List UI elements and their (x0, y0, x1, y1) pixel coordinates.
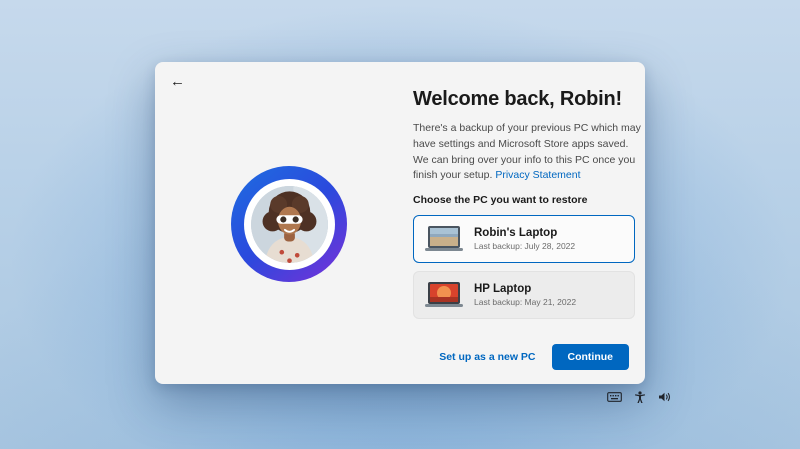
laptop-thumbnail-icon (424, 280, 464, 310)
continue-button[interactable]: Continue (552, 344, 630, 370)
pc-last-backup: Last backup: May 21, 2022 (474, 297, 576, 307)
dialog-footer: Set up as a new PC Continue (439, 344, 629, 370)
pc-list: Robin's Laptop Last backup: July 28, 202… (413, 215, 635, 319)
pc-card-robins-laptop[interactable]: Robin's Laptop Last backup: July 28, 202… (413, 215, 635, 263)
accessibility-icon[interactable] (632, 390, 647, 404)
laptop-thumbnail-icon (424, 224, 464, 254)
avatar-gap (244, 179, 335, 270)
pc-name: Robin's Laptop (474, 227, 575, 239)
volume-icon[interactable] (657, 390, 672, 404)
pc-card-text: Robin's Laptop Last backup: July 28, 202… (474, 227, 575, 251)
system-tray (607, 390, 672, 404)
page-title: Welcome back, Robin! (413, 88, 643, 111)
set-up-new-pc-link[interactable]: Set up as a new PC (439, 351, 535, 363)
avatar-ring (231, 166, 347, 282)
keyboard-icon[interactable] (607, 390, 622, 404)
pc-name: HP Laptop (474, 283, 576, 295)
dialog-content: Welcome back, Robin! There's a backup of… (413, 88, 643, 319)
setup-dialog: ← (155, 62, 645, 384)
pc-card-hp-laptop[interactable]: HP Laptop Last backup: May 21, 2022 (413, 271, 635, 319)
pc-card-text: HP Laptop Last backup: May 21, 2022 (474, 283, 576, 307)
portrait-illustration (251, 186, 328, 263)
description-text: There's a backup of your previous PC whi… (413, 121, 643, 184)
privacy-statement-link[interactable]: Privacy Statement (495, 169, 580, 181)
back-button[interactable]: ← (167, 71, 188, 92)
pc-last-backup: Last backup: July 28, 2022 (474, 241, 575, 251)
choose-pc-heading: Choose the PC you want to restore (413, 194, 643, 206)
avatar (251, 186, 328, 263)
